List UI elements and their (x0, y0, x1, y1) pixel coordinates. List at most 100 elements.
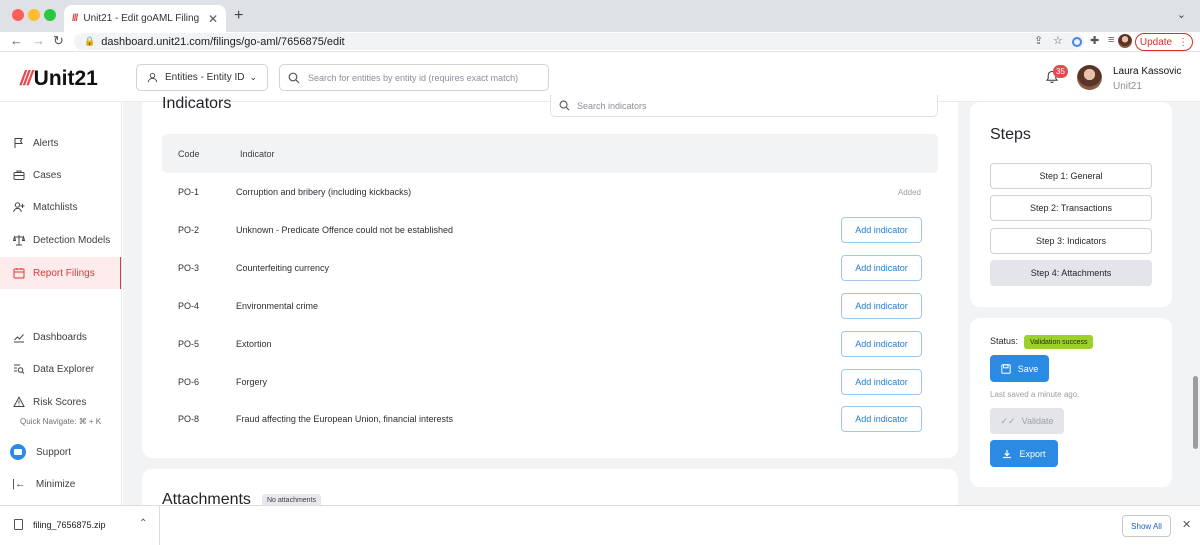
reading-list-icon[interactable]: ≡ (1108, 34, 1114, 46)
address-bar[interactable]: 🔒 dashboard.unit21.com/filings/go-aml/76… (74, 33, 1084, 50)
scale-icon (13, 235, 25, 246)
update-button[interactable]: Update ⋮ (1135, 33, 1193, 51)
user-plus-icon (13, 202, 25, 213)
indicator-name: Corruption and bribery (including kickba… (236, 187, 412, 197)
step-indicators-button[interactable]: Step 3: Indicators (990, 228, 1152, 254)
add-indicator-button[interactable]: Add indicator (841, 369, 922, 395)
flag-icon (14, 138, 23, 148)
notification-count-badge: 35 (1053, 65, 1068, 78)
downloads-bar: filing_7656875.zip ⌃ Show All ✕ (0, 505, 1200, 545)
table-row: PO-6 Forgery Add indicator (162, 363, 938, 401)
validate-button[interactable]: ✓✓ Validate (990, 408, 1064, 434)
table-row: PO-3 Counterfeiting currency Add indicat… (162, 249, 938, 287)
support-button[interactable]: Support (0, 437, 121, 467)
search-icon (288, 72, 300, 83)
reload-icon[interactable]: ↻ (53, 33, 64, 49)
sidebar-item-matchlists[interactable]: Matchlists (0, 192, 121, 222)
search-placeholder: Search for entities by entity id (requir… (308, 72, 519, 83)
browser-tab-bar: /// Unit21 - Edit goAML Filing ✕ + ⌄ (0, 0, 1200, 32)
close-icon[interactable]: ✕ (1182, 518, 1191, 531)
add-indicator-button[interactable]: Add indicator (841, 406, 922, 432)
download-filename: filing_7656875.zip (33, 519, 106, 530)
sidebar-item-label: Alerts (33, 137, 59, 149)
indicators-search-input[interactable]: Search indicators (550, 95, 938, 117)
column-header-indicator: Indicator (240, 148, 275, 159)
indicator-code: PO-5 (178, 339, 200, 349)
user-avatar[interactable] (1077, 65, 1102, 90)
close-tab-icon[interactable]: ✕ (208, 12, 218, 26)
tab-list-chevron-icon[interactable]: ⌄ (1177, 8, 1186, 21)
chevron-up-icon[interactable]: ⌃ (139, 518, 147, 529)
unit21-favicon-icon: /// (72, 13, 78, 24)
user-org: Unit21 (1113, 81, 1142, 92)
support-label: Support (36, 446, 72, 458)
user-name[interactable]: Laura Kassovic (1113, 66, 1181, 77)
indicators-title: Indicators (162, 95, 232, 112)
chevron-down-icon: ⌄ (249, 72, 257, 82)
save-button[interactable]: Save (990, 355, 1049, 382)
status-label: Status: (990, 336, 1019, 346)
show-all-button[interactable]: Show All (1122, 515, 1171, 537)
step-transactions-button[interactable]: Step 2: Transactions (990, 195, 1152, 221)
bookmark-star-icon[interactable]: ☆ (1053, 34, 1063, 47)
minimize-window-button[interactable] (28, 9, 40, 21)
table-row: PO-1 Corruption and bribery (including k… (162, 173, 938, 211)
sidebar-item-label: Detection Models (33, 234, 111, 246)
add-indicator-button[interactable]: Add indicator (841, 217, 922, 243)
minimize-sidebar-button[interactable]: |← Minimize (0, 469, 121, 499)
minimize-label: Minimize (35, 478, 76, 490)
close-window-button[interactable] (12, 9, 24, 21)
table-row: PO-4 Environmental crime Add indicator (162, 287, 938, 325)
sidebar-item-label: Cases (33, 169, 62, 181)
sidebar-item-data-explorer[interactable]: Data Explorer (0, 354, 121, 384)
entity-search-input[interactable]: Search for entities by entity id (requir… (279, 64, 549, 91)
indicators-table-header: Code Indicator (162, 134, 938, 173)
browser-tab[interactable]: /// Unit21 - Edit goAML Filing ✕ (64, 5, 226, 32)
sidebar-item-label: Data Explorer (33, 363, 95, 375)
zoom-window-button[interactable] (44, 9, 56, 21)
sidebar-item-dashboards[interactable]: Dashboards (0, 322, 121, 352)
export-button[interactable]: Export (990, 440, 1058, 467)
indicator-code: PO-4 (178, 301, 200, 311)
indicator-code: PO-8 (178, 414, 200, 424)
tab-title: Unit21 - Edit goAML Filing (83, 13, 200, 24)
double-check-icon: ✓✓ (1000, 415, 1016, 426)
entity-type-selector[interactable]: Entities - Entity ID ⌄ (136, 64, 268, 91)
add-indicator-button[interactable]: Add indicator (841, 331, 922, 357)
support-chat-icon (10, 444, 26, 460)
extension-icon[interactable] (1072, 37, 1082, 47)
validate-label: Validate (1021, 416, 1054, 426)
new-tab-icon[interactable]: + (234, 7, 243, 25)
search-icon (559, 100, 570, 111)
indicator-name: Forgery (236, 377, 268, 387)
steps-title: Steps (990, 126, 1031, 143)
indicator-code: PO-2 (178, 225, 200, 235)
table-row: PO-8 Fraud affecting the European Union,… (162, 400, 938, 438)
forward-icon[interactable]: → (32, 33, 45, 48)
back-icon[interactable]: ← (10, 33, 23, 48)
logo-mark-icon: /// (20, 67, 33, 90)
profile-avatar[interactable] (1118, 34, 1132, 48)
step-attachments-button[interactable]: Step 4: Attachments (990, 260, 1152, 286)
sidebar-item-report-filings[interactable]: Report Filings (0, 257, 121, 289)
file-icon (14, 519, 23, 530)
add-indicator-button[interactable]: Add indicator (841, 293, 922, 319)
indicator-name: Environmental crime (236, 301, 319, 311)
table-row: PO-5 Extortion Add indicator (162, 325, 938, 363)
sidebar-item-cases[interactable]: Cases (0, 160, 121, 190)
add-indicator-button[interactable]: Add indicator (841, 255, 922, 281)
scrollbar-thumb[interactable] (1193, 376, 1198, 449)
indicator-name: Fraud affecting the European Union, fina… (236, 414, 453, 424)
puzzle-extensions-icon[interactable]: ✚ (1090, 34, 1099, 47)
indicator-name: Counterfeiting currency (236, 263, 330, 273)
sidebar-item-alerts[interactable]: Alerts (0, 128, 121, 158)
download-item[interactable]: filing_7656875.zip (14, 519, 106, 530)
column-header-code: Code (178, 148, 200, 159)
added-status: Added (897, 187, 921, 197)
validation-status-badge: Validation success (1024, 335, 1094, 349)
lock-icon: 🔒 (84, 36, 96, 46)
step-general-button[interactable]: Step 1: General (990, 163, 1152, 189)
unit21-logo[interactable]: /// Unit21 (20, 67, 98, 91)
share-icon[interactable]: ⇪ (1034, 34, 1043, 47)
sidebar-item-detection-models[interactable]: Detection Models (0, 225, 121, 255)
